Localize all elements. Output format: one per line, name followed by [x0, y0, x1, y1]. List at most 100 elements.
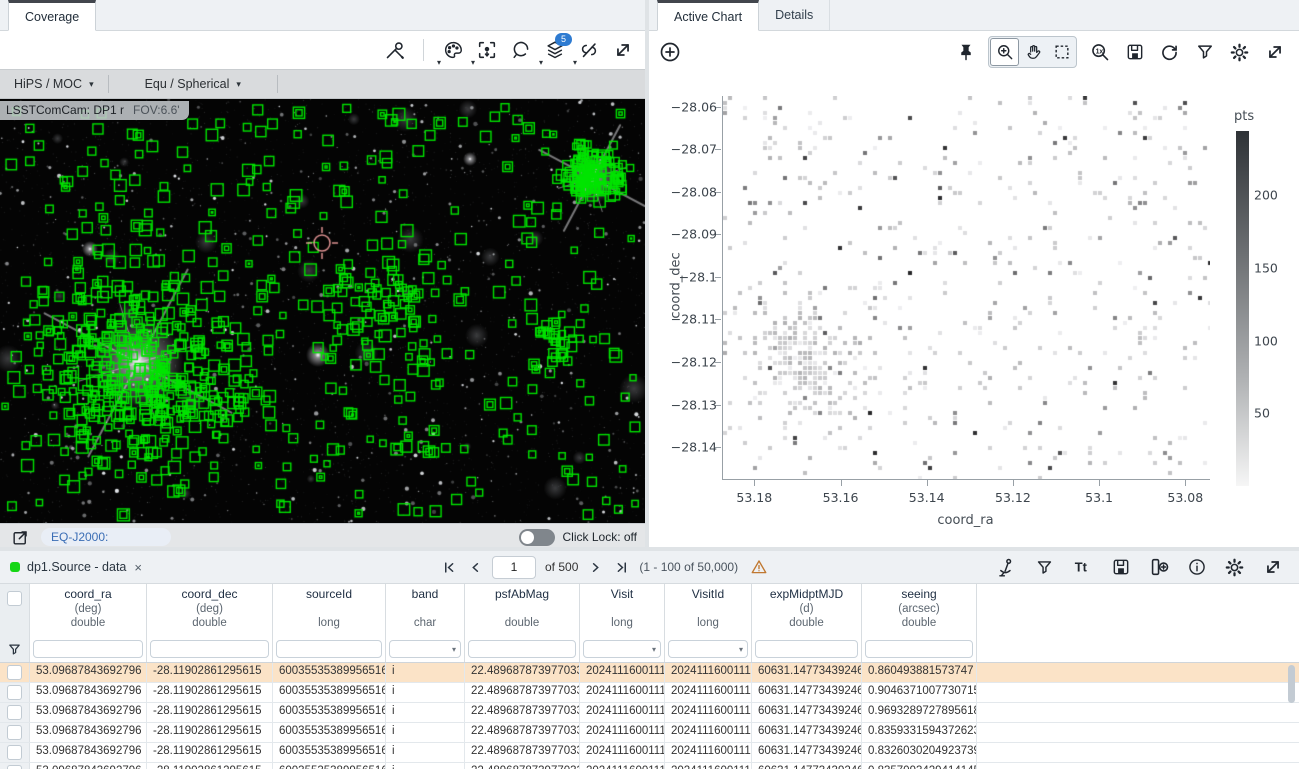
- y-tick-label: −28.07: [651, 142, 717, 157]
- filter-cell-coord_ra: [30, 636, 147, 662]
- row-checkbox[interactable]: [7, 765, 22, 769]
- column-header-VisitId[interactable]: VisitId long: [665, 584, 752, 636]
- warning-icon[interactable]: [749, 555, 769, 580]
- add-column-icon[interactable]: [1146, 555, 1171, 580]
- filter-input-coord_dec[interactable]: [150, 640, 269, 658]
- coverage-toolbar: ▾ ▾ 5: [0, 31, 645, 69]
- projection-dropdown[interactable]: Equ / Spherical ▾: [131, 70, 255, 98]
- column-header-expMidptMJD[interactable]: expMidptMJD(d)double: [752, 584, 862, 636]
- tab-active-chart[interactable]: Active Chart: [657, 0, 759, 31]
- page-number-input[interactable]: [492, 556, 536, 579]
- filter-icon[interactable]: [1192, 40, 1217, 65]
- table-row[interactable]: 53.09687843692796-28.1190286129561560035…: [0, 723, 1299, 743]
- filter-input-seeing[interactable]: [865, 640, 973, 658]
- select-all-checkbox[interactable]: [7, 591, 22, 606]
- heatmap-canvas[interactable]: [723, 96, 1210, 479]
- pan-icon[interactable]: [1020, 39, 1047, 65]
- select-region-icon[interactable]: [508, 38, 533, 63]
- table-row[interactable]: 53.09687843692796-28.1190286129561560035…: [0, 703, 1299, 723]
- add-chart-icon[interactable]: [657, 40, 682, 65]
- table-title: dp1.Source - data: [27, 560, 126, 574]
- column-type: long: [665, 616, 751, 630]
- x-tick-label: 53.1: [1085, 490, 1113, 505]
- recenter-icon[interactable]: ▾: [474, 38, 499, 63]
- settings-icon[interactable]: [1222, 555, 1247, 580]
- filter-cell-psfAbMag: [465, 636, 580, 662]
- svg-text:1x: 1x: [1095, 48, 1103, 55]
- wcs-match-icon[interactable]: ▾: [576, 38, 601, 63]
- tab-details[interactable]: Details: [759, 0, 830, 30]
- box-select-icon[interactable]: [1048, 39, 1075, 65]
- filter-select-VisitId[interactable]: ▾: [668, 640, 748, 658]
- caret-down-icon: ▾: [539, 59, 543, 67]
- info-icon[interactable]: [1184, 555, 1209, 580]
- text-view-icon[interactable]: Tt: [1070, 555, 1095, 580]
- sky-canvas[interactable]: [0, 99, 645, 547]
- tab-coverage[interactable]: Coverage: [8, 0, 96, 31]
- hips-moc-dropdown[interactable]: HiPS / MOC ▾: [0, 70, 108, 98]
- settings-icon[interactable]: [1227, 40, 1252, 65]
- table-cell-sourceId: 600355353899565160: [273, 663, 386, 682]
- x-tick-mark: [841, 480, 842, 486]
- filter-icon[interactable]: [1032, 555, 1057, 580]
- row-checkbox[interactable]: [7, 705, 22, 720]
- x-tick-mark: [927, 480, 928, 486]
- layers-icon[interactable]: 5 ▾: [542, 38, 567, 63]
- close-table-icon[interactable]: ×: [134, 560, 142, 575]
- pin-chart-icon[interactable]: [953, 40, 978, 65]
- table-row[interactable]: 53.09687843692796-28.1190286129561560035…: [0, 663, 1299, 683]
- row-checkbox[interactable]: [7, 745, 22, 760]
- chart-plot[interactable]: [722, 96, 1210, 480]
- click-lock-toggle[interactable]: [519, 529, 555, 546]
- header-filler: [977, 584, 1299, 636]
- color-palette-icon[interactable]: ▾: [440, 38, 465, 63]
- row-checkbox[interactable]: [7, 725, 22, 740]
- column-header-sourceId[interactable]: sourceId long: [273, 584, 386, 636]
- sky-image-viewer[interactable]: LSSTComCam: DP1 rFOV:6.6' EQ-J2000: Clic…: [0, 99, 645, 547]
- filter-select-Visit[interactable]: ▾: [583, 640, 661, 658]
- pin-table-icon[interactable]: [994, 555, 1019, 580]
- table-cell-sourceId: 600355353899565160: [273, 743, 386, 762]
- column-header-psfAbMag[interactable]: psfAbMag double: [465, 584, 580, 636]
- column-name: coord_ra: [30, 587, 146, 602]
- expand-icon[interactable]: [1260, 555, 1285, 580]
- tools-icon[interactable]: [382, 38, 407, 63]
- filter-input-coord_ra[interactable]: [33, 640, 143, 658]
- prev-page-icon[interactable]: [467, 555, 483, 580]
- external-view-icon[interactable]: [8, 525, 33, 548]
- row-filler: [977, 763, 1299, 769]
- save-icon[interactable]: [1108, 555, 1133, 580]
- zoom-in-icon[interactable]: [990, 38, 1019, 66]
- column-header-coord_ra[interactable]: coord_ra(deg)double: [30, 584, 147, 636]
- table-row[interactable]: 53.09687843692796-28.1190286129561560035…: [0, 683, 1299, 703]
- expand-icon[interactable]: [610, 38, 635, 63]
- row-checkbox[interactable]: [7, 665, 22, 680]
- row-checkbox[interactable]: [7, 685, 22, 700]
- filter-input-psfAbMag[interactable]: [468, 640, 576, 658]
- column-header-coord_dec[interactable]: coord_dec(deg)double: [147, 584, 273, 636]
- table-scrollbar-thumb[interactable]: [1288, 665, 1295, 703]
- column-header-Visit[interactable]: Visit long: [580, 584, 665, 636]
- last-page-icon[interactable]: [612, 555, 630, 580]
- filter-icon[interactable]: [7, 642, 22, 657]
- expand-icon[interactable]: [1262, 40, 1287, 65]
- coordinate-readout[interactable]: EQ-J2000:: [41, 528, 171, 546]
- first-page-icon[interactable]: [440, 555, 458, 580]
- table-row[interactable]: 53.09687843692796-28.1190286129561560035…: [0, 743, 1299, 763]
- restore-icon[interactable]: [1157, 40, 1182, 65]
- filter-input-sourceId[interactable]: [276, 640, 382, 658]
- column-header-seeing[interactable]: seeing(arcsec)double: [862, 584, 977, 636]
- table-row[interactable]: 53.09687843692796-28.1190286129561560035…: [0, 763, 1299, 769]
- filter-cell-coord_dec: [147, 636, 273, 662]
- zoom-original-icon[interactable]: 1x: [1087, 40, 1112, 65]
- divider: [277, 75, 278, 93]
- table-cell-expMidptMJD: 60631.14773439246: [752, 743, 862, 762]
- table-cell-coord_dec: -28.11902861295615: [147, 663, 273, 682]
- next-page-icon[interactable]: [587, 555, 603, 580]
- filter-input-expMidptMJD[interactable]: [755, 640, 858, 658]
- colorbar-tick-label: 100: [1254, 333, 1278, 348]
- y-tick-label: −28.11: [651, 312, 717, 327]
- column-header-band[interactable]: band char: [386, 584, 465, 636]
- filter-select-band[interactable]: ▾: [389, 640, 461, 658]
- save-icon[interactable]: [1122, 40, 1147, 65]
